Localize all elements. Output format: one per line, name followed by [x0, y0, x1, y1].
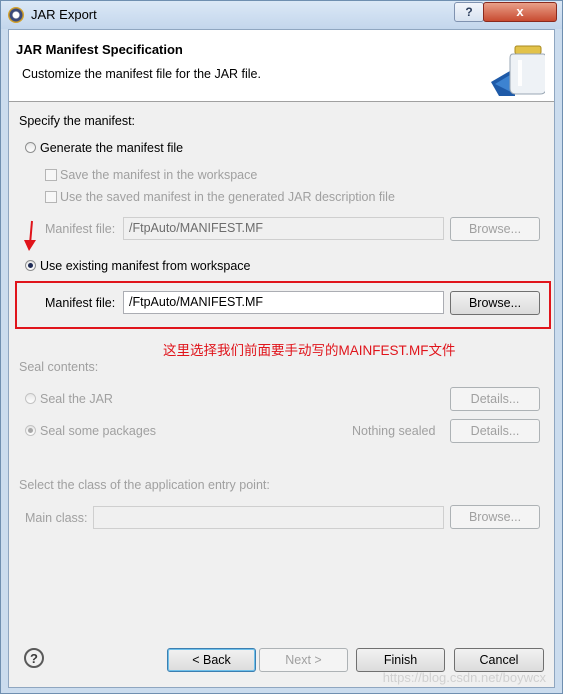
- generate-browse-button[interactable]: Browse...: [450, 217, 540, 241]
- seal-jar-label: Seal the JAR: [40, 392, 113, 406]
- window-close-button[interactable]: x: [483, 2, 557, 22]
- seal-packages-radio[interactable]: [25, 425, 36, 436]
- cancel-button[interactable]: Cancel: [454, 648, 544, 672]
- use-existing-manifest-label[interactable]: Use existing manifest from workspace: [40, 259, 251, 273]
- dialog-client-area: JAR Manifest Specification Customize the…: [8, 29, 555, 688]
- main-class-input[interactable]: [93, 506, 444, 529]
- back-button[interactable]: < Back: [167, 648, 256, 672]
- next-button[interactable]: Next >: [259, 648, 348, 672]
- jar-icon: [485, 45, 545, 96]
- seal-jar-details-button[interactable]: Details...: [450, 387, 540, 411]
- seal-packages-label: Seal some packages: [40, 424, 157, 438]
- annotation-text: 这里选择我们前面要手动写的MAINFEST.MF文件: [163, 343, 456, 358]
- specify-manifest-label: Specify the manifest:: [19, 114, 136, 128]
- red-arrow-annotation: [24, 220, 36, 251]
- generate-manifest-label[interactable]: Generate the manifest file: [40, 141, 183, 155]
- window-help-button[interactable]: ?: [454, 2, 484, 22]
- wizard-banner: JAR Manifest Specification Customize the…: [9, 30, 554, 102]
- existing-manifest-file-label: Manifest file:: [45, 296, 116, 310]
- seal-jar-radio[interactable]: [25, 393, 36, 404]
- jar-export-window: JAR Export ? x JAR Manifest Specificatio…: [0, 0, 563, 694]
- existing-manifest-file-input[interactable]: /FtpAuto/MANIFEST.MF: [123, 291, 444, 314]
- use-saved-manifest-label: Use the saved manifest in the generated …: [60, 190, 395, 204]
- save-manifest-label: Save the manifest in the workspace: [60, 168, 258, 182]
- nothing-sealed-label: Nothing sealed: [352, 424, 436, 438]
- page-title: JAR Manifest Specification: [16, 42, 183, 57]
- entry-point-label: Select the class of the application entr…: [19, 478, 270, 492]
- eclipse-icon: [8, 7, 24, 23]
- save-manifest-checkbox[interactable]: [45, 169, 57, 181]
- use-saved-manifest-checkbox[interactable]: [45, 191, 57, 203]
- use-existing-manifest-radio[interactable]: [25, 260, 36, 271]
- generate-manifest-file-label: Manifest file:: [45, 222, 116, 236]
- seal-packages-details-button[interactable]: Details...: [450, 419, 540, 443]
- help-icon[interactable]: ?: [24, 648, 44, 668]
- generate-manifest-file-input[interactable]: /FtpAuto/MANIFEST.MF: [123, 217, 444, 240]
- title-bar: JAR Export ? x: [1, 1, 562, 29]
- watermark: https://blog.csdn.net/boywcx: [382, 670, 546, 685]
- finish-button[interactable]: Finish: [356, 648, 445, 672]
- page-description: Customize the manifest file for the JAR …: [22, 67, 261, 81]
- existing-browse-button[interactable]: Browse...: [450, 291, 540, 315]
- main-class-label: Main class:: [25, 511, 88, 525]
- seal-contents-label: Seal contents:: [19, 360, 99, 374]
- generate-manifest-radio[interactable]: [25, 142, 36, 153]
- window-title: JAR Export: [31, 7, 97, 22]
- main-class-browse-button[interactable]: Browse...: [450, 505, 540, 529]
